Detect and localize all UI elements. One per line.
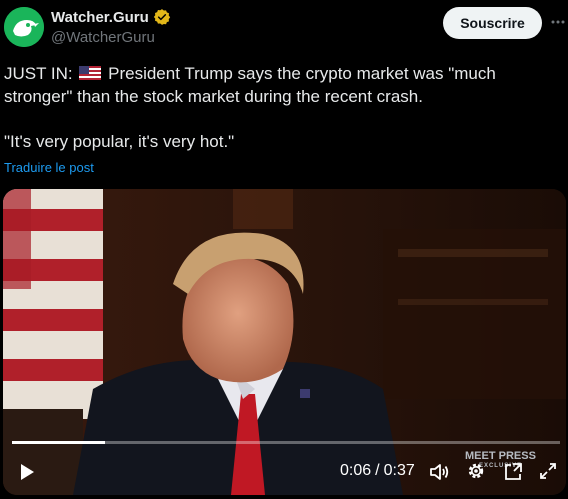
video-progress-fill — [12, 441, 106, 444]
author-display-name[interactable]: Watcher.Guru — [51, 9, 149, 26]
play-icon[interactable] — [17, 461, 37, 483]
tweet-paragraph-1: JUST IN: President Trump says the crypto… — [4, 62, 559, 108]
author-name-row: Watcher.Guru — [51, 8, 171, 26]
video-player[interactable]: MEET PRESS EXCLUSIVE 0:06 / 0:37 — [3, 189, 566, 495]
video-duration: 0:37 — [383, 462, 415, 479]
more-dots-icon[interactable] — [550, 12, 566, 32]
translate-post-link[interactable]: Traduire le post — [4, 160, 94, 175]
fullscreen-icon[interactable] — [538, 461, 558, 481]
watcher-guru-logo-icon — [4, 7, 44, 47]
settings-gear-icon[interactable] — [466, 461, 486, 481]
author-handle[interactable]: @WatcherGuru — [51, 29, 155, 46]
tweet-text: JUST IN: President Trump says the crypto… — [4, 62, 559, 153]
video-time-separator: / — [375, 462, 380, 479]
verified-badge-icon[interactable] — [153, 8, 171, 26]
tweet-body: President Trump says the crypto market w… — [4, 64, 496, 106]
pip-icon[interactable] — [502, 461, 524, 483]
us-flag-icon — [79, 66, 102, 80]
avatar[interactable] — [4, 7, 44, 47]
flag-background — [3, 189, 103, 419]
subscribe-button[interactable]: Souscrire — [443, 7, 542, 39]
video-progress-bar[interactable] — [12, 441, 560, 444]
tweet-quote: "It's very popular, it's very hot." — [4, 132, 235, 151]
video-current-time: 0:06 — [340, 462, 372, 479]
tweet-prefix: JUST IN: — [4, 64, 73, 83]
volume-icon[interactable] — [428, 461, 450, 483]
video-time: 0:06 / 0:37 — [340, 462, 415, 480]
